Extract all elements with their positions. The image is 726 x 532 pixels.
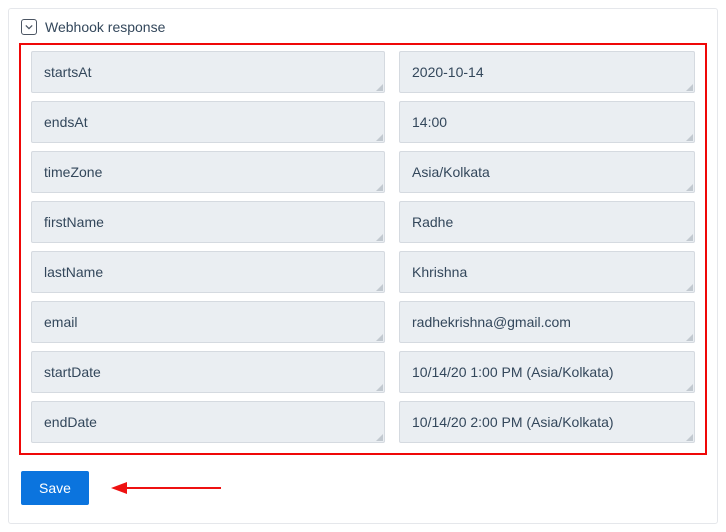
section-header: Webhook response: [19, 17, 707, 37]
resize-grip-icon[interactable]: [686, 334, 693, 341]
field-value-cell[interactable]: 10/14/20 1:00 PM (Asia/Kolkata): [399, 351, 695, 393]
field-value-label: 2020-10-14: [412, 64, 484, 80]
field-key-cell[interactable]: email: [31, 301, 385, 343]
field-value-cell[interactable]: radhekrishna@gmail.com: [399, 301, 695, 343]
field-value-label: 10/14/20 2:00 PM (Asia/Kolkata): [412, 414, 614, 430]
field-row: endDate 10/14/20 2:00 PM (Asia/Kolkata): [31, 401, 695, 443]
field-value-cell[interactable]: Asia/Kolkata: [399, 151, 695, 193]
field-key-label: lastName: [44, 264, 103, 280]
field-value-cell[interactable]: 2020-10-14: [399, 51, 695, 93]
field-key-label: startDate: [44, 364, 101, 380]
field-key-label: email: [44, 314, 77, 330]
field-row: timeZone Asia/Kolkata: [31, 151, 695, 193]
resize-grip-icon[interactable]: [376, 84, 383, 91]
field-value-cell[interactable]: Khrishna: [399, 251, 695, 293]
field-row: email radhekrishna@gmail.com: [31, 301, 695, 343]
field-value-label: radhekrishna@gmail.com: [412, 314, 571, 330]
field-key-cell[interactable]: lastName: [31, 251, 385, 293]
field-key-label: timeZone: [44, 164, 102, 180]
section-title: Webhook response: [45, 19, 165, 35]
resize-grip-icon[interactable]: [686, 84, 693, 91]
resize-grip-icon[interactable]: [376, 134, 383, 141]
field-value-label: Radhe: [412, 214, 453, 230]
field-value-label: Khrishna: [412, 264, 467, 280]
field-key-label: startsAt: [44, 64, 91, 80]
collapse-toggle[interactable]: [21, 19, 37, 35]
field-row: startDate 10/14/20 1:00 PM (Asia/Kolkata…: [31, 351, 695, 393]
webhook-response-panel: Webhook response startsAt 2020-10-14 end…: [8, 8, 718, 524]
field-key-cell[interactable]: startDate: [31, 351, 385, 393]
field-key-label: endsAt: [44, 114, 88, 130]
resize-grip-icon[interactable]: [686, 234, 693, 241]
field-value-label: 10/14/20 1:00 PM (Asia/Kolkata): [412, 364, 614, 380]
resize-grip-icon[interactable]: [376, 334, 383, 341]
field-key-cell[interactable]: endsAt: [31, 101, 385, 143]
arrow-left-icon: [111, 479, 221, 497]
field-row: lastName Khrishna: [31, 251, 695, 293]
field-value-label: Asia/Kolkata: [412, 164, 490, 180]
resize-grip-icon[interactable]: [686, 434, 693, 441]
resize-grip-icon[interactable]: [376, 284, 383, 291]
field-row: endsAt 14:00: [31, 101, 695, 143]
resize-grip-icon[interactable]: [686, 184, 693, 191]
field-key-label: firstName: [44, 214, 104, 230]
resize-grip-icon[interactable]: [376, 234, 383, 241]
resize-grip-icon[interactable]: [686, 134, 693, 141]
field-value-label: 14:00: [412, 114, 447, 130]
field-key-label: endDate: [44, 414, 97, 430]
resize-grip-icon[interactable]: [686, 284, 693, 291]
resize-grip-icon[interactable]: [376, 434, 383, 441]
response-fields-highlight: startsAt 2020-10-14 endsAt 14:00 timeZon…: [19, 43, 707, 455]
field-key-cell[interactable]: timeZone: [31, 151, 385, 193]
resize-grip-icon[interactable]: [376, 384, 383, 391]
resize-grip-icon[interactable]: [376, 184, 383, 191]
field-value-cell[interactable]: 10/14/20 2:00 PM (Asia/Kolkata): [399, 401, 695, 443]
field-key-cell[interactable]: startsAt: [31, 51, 385, 93]
field-row: startsAt 2020-10-14: [31, 51, 695, 93]
resize-grip-icon[interactable]: [686, 384, 693, 391]
field-row: firstName Radhe: [31, 201, 695, 243]
field-value-cell[interactable]: Radhe: [399, 201, 695, 243]
field-key-cell[interactable]: firstName: [31, 201, 385, 243]
field-key-cell[interactable]: endDate: [31, 401, 385, 443]
field-value-cell[interactable]: 14:00: [399, 101, 695, 143]
chevron-down-icon: [25, 23, 33, 31]
